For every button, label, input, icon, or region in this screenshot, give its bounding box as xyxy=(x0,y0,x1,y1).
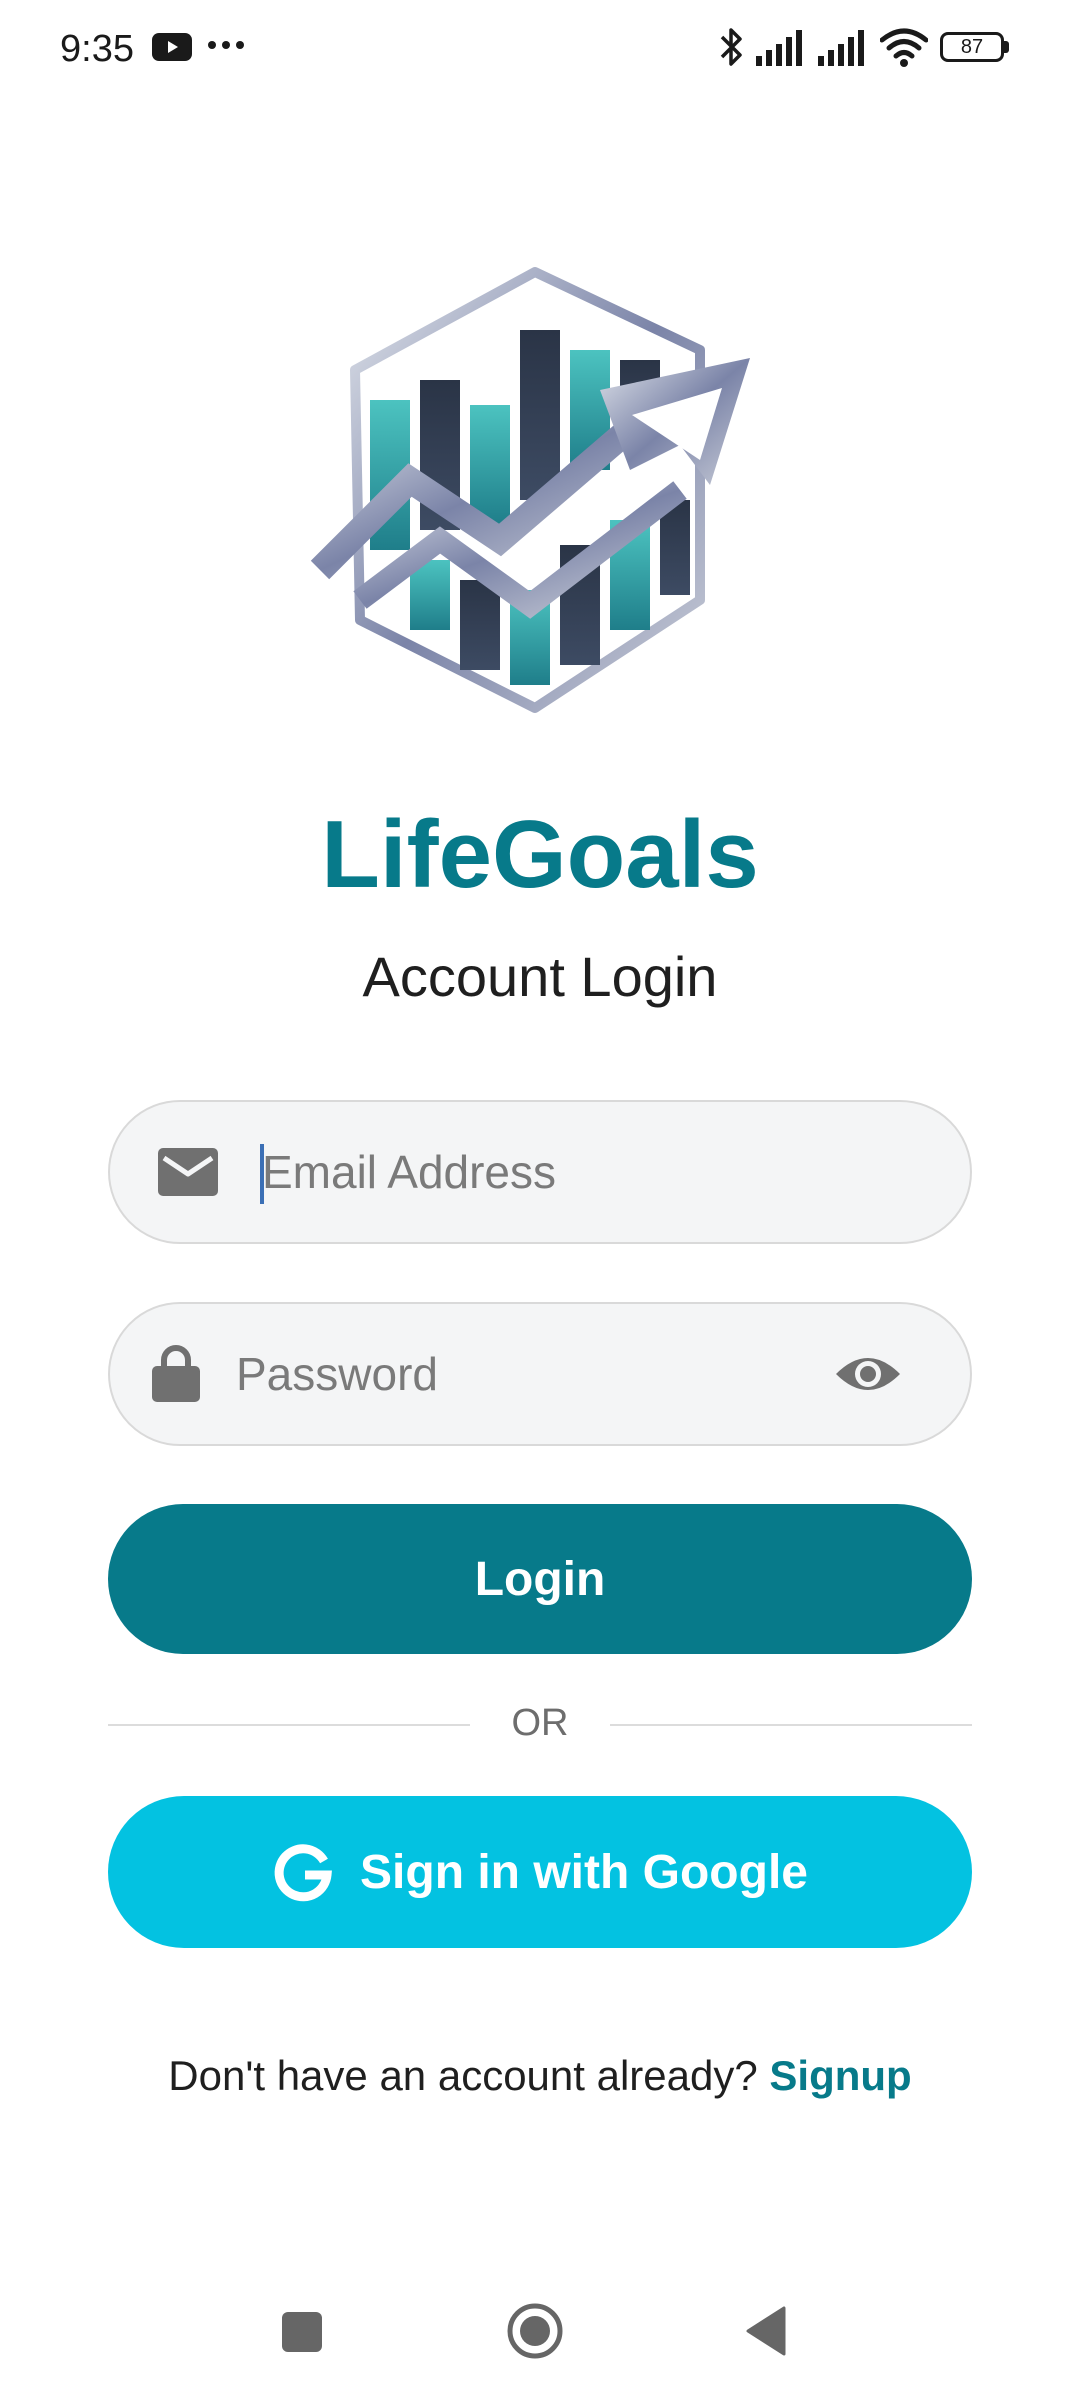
status-time: 9:35 xyxy=(60,28,134,70)
divider xyxy=(108,1724,470,1726)
google-button-label: Sign in with Google xyxy=(360,1845,808,1899)
signup-prompt: Don't have an account already? xyxy=(168,2052,770,2099)
lock-icon xyxy=(152,1345,200,1402)
home-icon[interactable] xyxy=(506,2302,564,2360)
app-logo xyxy=(310,267,750,713)
password-field[interactable] xyxy=(108,1302,972,1446)
eye-icon[interactable] xyxy=(834,1348,902,1400)
wifi-icon xyxy=(880,28,928,67)
signup-link[interactable]: Signup xyxy=(769,2052,911,2099)
login-button[interactable]: Login xyxy=(108,1504,972,1654)
google-icon xyxy=(274,1844,332,1902)
page-title: Account Login xyxy=(362,945,718,1008)
more-icon xyxy=(208,41,244,49)
signal-icon xyxy=(756,30,802,66)
app-title: LifeGoals xyxy=(321,801,759,908)
or-separator: OR xyxy=(511,1702,569,1744)
battery-icon: 87 xyxy=(940,32,1010,62)
password-input[interactable] xyxy=(236,1304,796,1444)
back-icon[interactable] xyxy=(744,2306,788,2356)
mail-icon xyxy=(158,1148,218,1196)
google-signin-button[interactable]: Sign in with Google xyxy=(108,1796,972,1948)
youtube-icon xyxy=(152,33,192,61)
recent-apps-icon[interactable] xyxy=(282,2312,322,2352)
status-bar: 9:35 87 xyxy=(0,0,1080,100)
divider xyxy=(610,1724,972,1726)
navigation-bar xyxy=(0,2280,1080,2380)
bluetooth-icon xyxy=(720,28,742,66)
email-field[interactable] xyxy=(108,1100,972,1244)
email-input[interactable] xyxy=(262,1102,942,1242)
signup-row: Don't have an account already? Signup xyxy=(0,2052,1080,2100)
battery-level: 87 xyxy=(960,36,984,58)
signal-icon xyxy=(818,30,864,66)
